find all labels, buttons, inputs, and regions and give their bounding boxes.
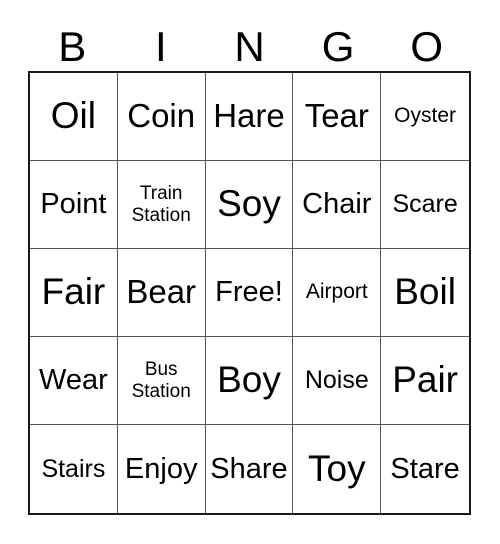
bingo-header-letter-n: N — [205, 22, 294, 71]
bingo-header-letter-g-text: G — [321, 22, 355, 70]
bingo-cell-label: Enjoy — [124, 452, 198, 485]
bingo-cell-label: Bear — [126, 273, 197, 311]
bingo-cell[interactable]: Oil — [30, 73, 118, 161]
bingo-cell-label: Share — [210, 452, 288, 485]
bingo-cell-label: Boy — [217, 359, 281, 401]
bingo-cell-label: Pair — [392, 359, 458, 401]
bingo-cell-label: Train Station — [131, 182, 191, 226]
bingo-cell-label: Fair — [41, 271, 106, 313]
bingo-cell-label: Stare — [390, 452, 460, 485]
bingo-cell[interactable]: Oyster — [381, 73, 469, 161]
bingo-header-row: B I N G O — [28, 22, 471, 71]
bingo-cell-label: Hare — [213, 97, 285, 135]
bingo-cell-label: Boil — [394, 271, 456, 313]
bingo-cell[interactable]: Hare — [205, 73, 294, 161]
bingo-cell-label: Noise — [304, 366, 369, 395]
bingo-header-letter-i-text: I — [155, 22, 167, 70]
bingo-cell[interactable]: Noise — [293, 337, 382, 425]
bingo-cell[interactable]: Chair — [293, 161, 382, 249]
bingo-cell[interactable]: Wear — [30, 337, 118, 425]
bingo-cell[interactable]: Pair — [381, 337, 469, 425]
bingo-cell-label: Chair — [302, 188, 372, 221]
bingo-cell-label: Free! — [215, 276, 283, 309]
bingo-cell-label: Soy — [217, 183, 281, 225]
bingo-cell[interactable]: Share — [205, 425, 294, 513]
bingo-header-letter-i: I — [117, 22, 206, 71]
bingo-cell[interactable]: Tear — [293, 73, 382, 161]
bingo-cell-label: Scare — [392, 190, 458, 219]
bingo-header-letter-n-text: N — [234, 22, 265, 70]
bingo-cell-label: Point — [40, 188, 107, 221]
bingo-card: B I N G O Oil Coin Hare Tear Oyster Point Trai… — [0, 0, 500, 544]
bingo-header-letter-o: O — [382, 22, 471, 71]
bingo-cell[interactable]: Free! — [205, 249, 294, 337]
bingo-header-letter-b: B — [28, 22, 117, 71]
bingo-cell[interactable]: Soy — [205, 161, 294, 249]
bingo-cell-label: Oyster — [394, 104, 457, 128]
bingo-header-letter-b-text: B — [58, 22, 87, 70]
bingo-cell[interactable]: Scare — [381, 161, 469, 249]
bingo-cell[interactable]: Stairs — [30, 425, 118, 513]
bingo-cell[interactable]: Bear — [117, 249, 206, 337]
bingo-cell[interactable]: Stare — [381, 425, 469, 513]
bingo-grid: Oil Coin Hare Tear Oyster Point Train Station S… — [28, 71, 471, 515]
bingo-cell-label: Toy — [308, 447, 366, 489]
bingo-cell[interactable]: Enjoy — [117, 425, 206, 513]
bingo-header-letter-g: G — [294, 22, 383, 71]
bingo-cell-label: Bus Station — [131, 358, 191, 402]
bingo-cell[interactable]: Point — [30, 161, 118, 249]
bingo-cell[interactable]: Train Station — [117, 161, 206, 249]
bingo-cell-label: Airport — [305, 280, 368, 304]
bingo-cell-label: Oil — [50, 95, 97, 137]
bingo-cell[interactable]: Airport — [293, 249, 382, 337]
bingo-cell-label: Wear — [39, 364, 108, 397]
bingo-cell[interactable]: Boil — [381, 249, 469, 337]
bingo-cell[interactable]: Boy — [205, 337, 294, 425]
bingo-cell[interactable]: Coin — [117, 73, 206, 161]
bingo-cell[interactable]: Bus Station — [117, 337, 206, 425]
bingo-cell-label: Coin — [127, 97, 196, 135]
bingo-cell-label: Stairs — [41, 454, 106, 483]
bingo-cell-label: Tear — [304, 97, 369, 135]
bingo-header-letter-o-text: O — [410, 22, 443, 70]
bingo-cell[interactable]: Fair — [30, 249, 118, 337]
bingo-cell[interactable]: Toy — [293, 425, 382, 513]
